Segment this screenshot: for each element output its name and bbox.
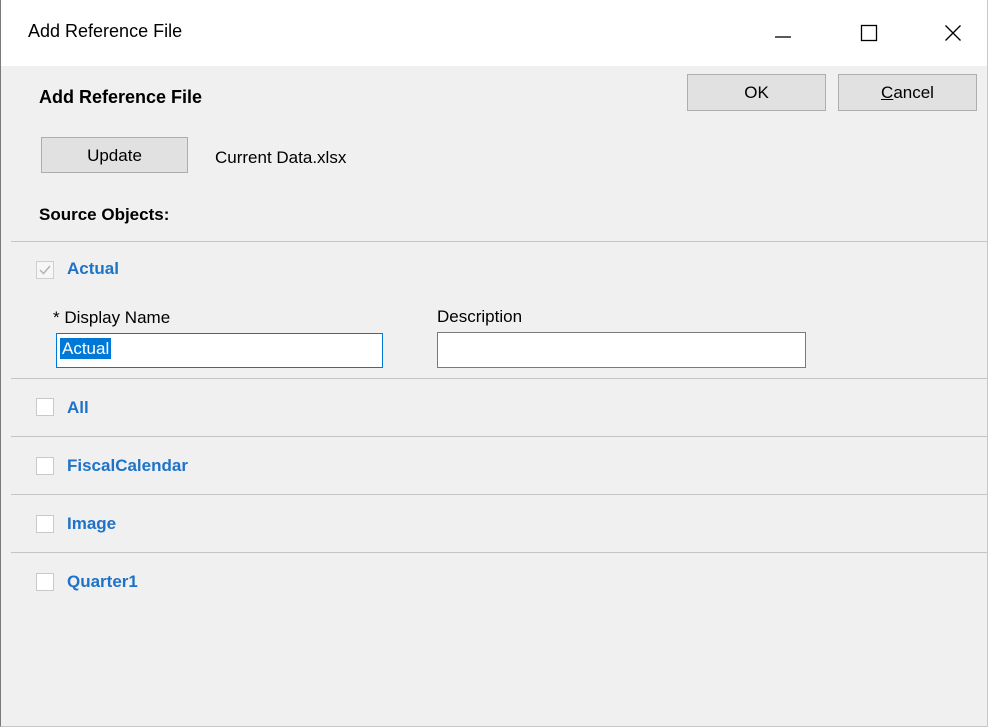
minimize-icon [775,36,791,38]
minimize-button[interactable] [761,0,805,66]
checkbox-fiscalcalendar[interactable] [36,457,54,475]
source-item-actual: Actual * Display Name Actual Description [11,242,987,379]
dialog-heading: Add Reference File [39,87,203,107]
description-label: Description [437,307,523,326]
checkbox-image[interactable] [36,515,54,533]
source-item-fiscalcalendar: FiscalCalendar [11,437,987,494]
cancel-mnemonic: C [881,83,894,102]
checkbox-all[interactable] [36,398,54,416]
source-item-label[interactable]: FiscalCalendar [67,456,188,476]
update-button[interactable]: Update [41,137,188,173]
window-title: Add Reference File [28,21,183,41]
display-name-label: * Display Name [53,308,171,327]
dialog-window: Add Reference File Add Reference File OK… [0,0,988,727]
source-item-quarter1: Quarter1 [11,553,987,610]
ok-button[interactable]: OK [687,74,826,111]
title-bar[interactable]: Add Reference File [1,0,987,66]
maximize-button[interactable] [847,0,891,66]
checkmark-icon [39,265,51,275]
description-input[interactable] [437,332,806,368]
source-item-image: Image [11,495,987,552]
checkbox-quarter1[interactable] [36,573,54,591]
source-item-all: All [11,379,987,436]
cancel-label-rest: ancel [893,83,934,102]
source-item-label[interactable]: All [67,398,89,418]
checkbox-actual[interactable] [36,261,54,279]
source-objects-label: Source Objects: [39,205,170,224]
source-item-label[interactable]: Actual [67,259,119,279]
cancel-button[interactable]: Cancel [838,74,977,111]
close-icon [945,25,961,41]
current-file-name: Current Data.xlsx [215,148,347,167]
display-name-input[interactable]: Actual [56,333,383,368]
source-item-label[interactable]: Quarter1 [67,572,138,592]
close-button[interactable] [931,0,975,66]
display-name-value: Actual [60,338,112,359]
maximize-icon [860,24,878,42]
source-item-label[interactable]: Image [67,514,116,534]
dialog-content: Add Reference File OK Cancel Update Curr… [1,66,987,726]
